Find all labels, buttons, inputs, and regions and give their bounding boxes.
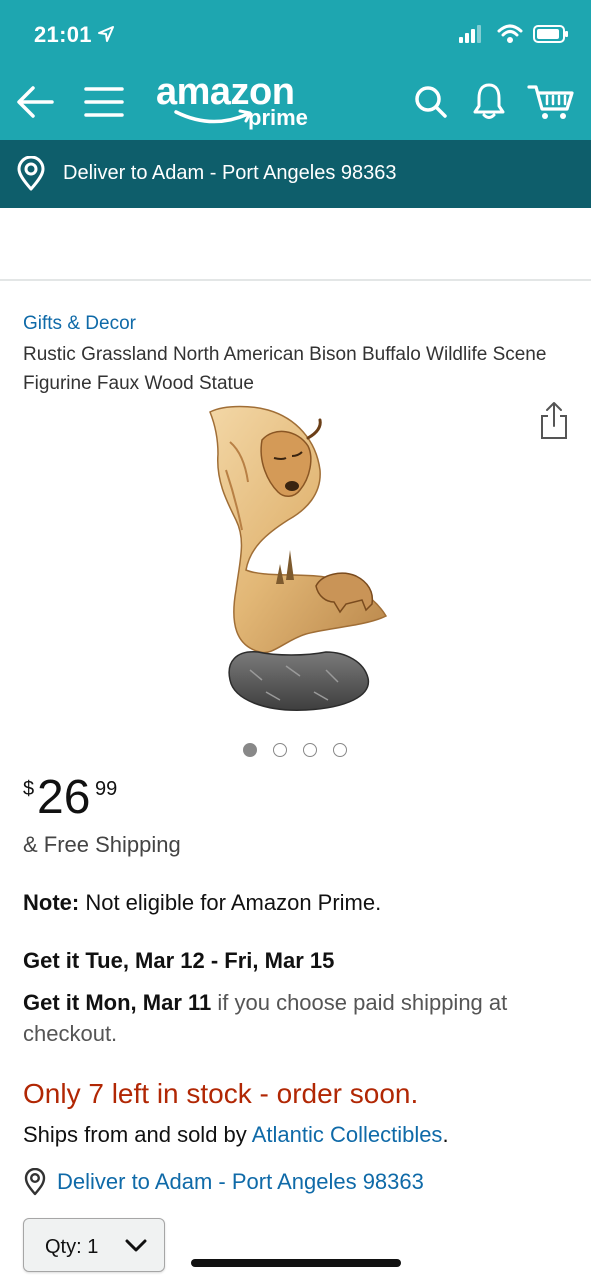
quantity-select[interactable]: Qty: 1 xyxy=(23,1218,165,1272)
carousel-dot[interactable] xyxy=(333,743,347,757)
carousel-dot[interactable] xyxy=(243,743,257,757)
smile-arrow-icon xyxy=(174,109,252,124)
bell-icon xyxy=(473,83,505,119)
delivery-location-bar[interactable]: Deliver to Adam - Port Angeles 98363 xyxy=(0,140,591,208)
prime-eligibility-note: Note: Not eligible for Amazon Prime. xyxy=(23,890,381,916)
status-time: 21:01 xyxy=(34,22,92,47)
image-carousel-dots[interactable] xyxy=(243,743,347,757)
back-arrow-icon xyxy=(17,86,54,118)
note-text: Not eligible for Amazon Prime. xyxy=(79,890,382,915)
seller-suffix: . xyxy=(442,1122,449,1147)
cart-icon xyxy=(527,85,574,119)
chevron-down-icon xyxy=(125,1239,147,1252)
seller-prefix: Ships from and sold by xyxy=(23,1122,252,1147)
product-title: Rustic Grassland North American Bison Bu… xyxy=(23,344,547,394)
price-fraction: 99 xyxy=(95,778,118,800)
note-label: Note: xyxy=(23,890,80,915)
search-icon xyxy=(415,86,447,118)
amazon-prime-logo[interactable]: amazon prime xyxy=(156,72,316,132)
section-divider xyxy=(0,279,591,281)
stock-status: Only 7 left in stock - order soon. xyxy=(23,1078,419,1109)
shipping-info: & Free Shipping xyxy=(23,832,181,857)
deliver-to-link[interactable]: Deliver to Adam - Port Angeles 98363 xyxy=(23,1166,424,1198)
location-pin-icon xyxy=(17,156,45,191)
price-currency: $ xyxy=(23,778,35,800)
cart-button[interactable] xyxy=(526,80,576,122)
seller-link[interactable]: Atlantic Collectibles xyxy=(252,1122,443,1147)
app-header: amazon prime xyxy=(0,64,591,140)
location-arrow-icon xyxy=(98,26,114,42)
seller-info: Ships from and sold by Atlantic Collecti… xyxy=(23,1122,449,1148)
carousel-dot[interactable] xyxy=(303,743,317,757)
brand-link[interactable]: Gifts & Decor xyxy=(23,313,136,335)
quantity-value: 1 xyxy=(87,1236,99,1258)
menu-button[interactable] xyxy=(82,82,126,122)
price-whole: 26 xyxy=(37,771,91,824)
location-pin-icon xyxy=(24,1168,46,1196)
share-icon[interactable] xyxy=(538,400,570,440)
carousel-dot[interactable] xyxy=(273,743,287,757)
status-bar: 21:01 xyxy=(0,0,591,64)
back-button[interactable] xyxy=(14,82,56,122)
wifi-icon xyxy=(497,24,523,43)
menu-icon xyxy=(84,87,124,117)
status-icons xyxy=(459,24,569,44)
home-indicator[interactable] xyxy=(191,1259,401,1267)
signal-icon xyxy=(459,25,481,43)
battery-icon xyxy=(533,25,568,43)
paid-delivery-estimate: Get it Mon, Mar 11 if you choose paid sh… xyxy=(23,987,568,1049)
paid-delivery-date: Get it Mon, Mar 11 xyxy=(23,990,212,1015)
quantity-label: Qty: 1 xyxy=(45,1236,99,1258)
logo-prime-text: prime xyxy=(248,105,308,130)
delivery-estimate: Get it Tue, Mar 12 - Fri, Mar 15 xyxy=(23,948,335,973)
product-image[interactable] xyxy=(196,400,396,720)
notifications-button[interactable] xyxy=(468,80,510,122)
delivery-location-text: Deliver to Adam - Port Angeles 98363 xyxy=(63,162,397,184)
search-button[interactable] xyxy=(410,82,452,122)
deliver-to-text: Deliver to Adam - Port Angeles 98363 xyxy=(57,1169,424,1194)
